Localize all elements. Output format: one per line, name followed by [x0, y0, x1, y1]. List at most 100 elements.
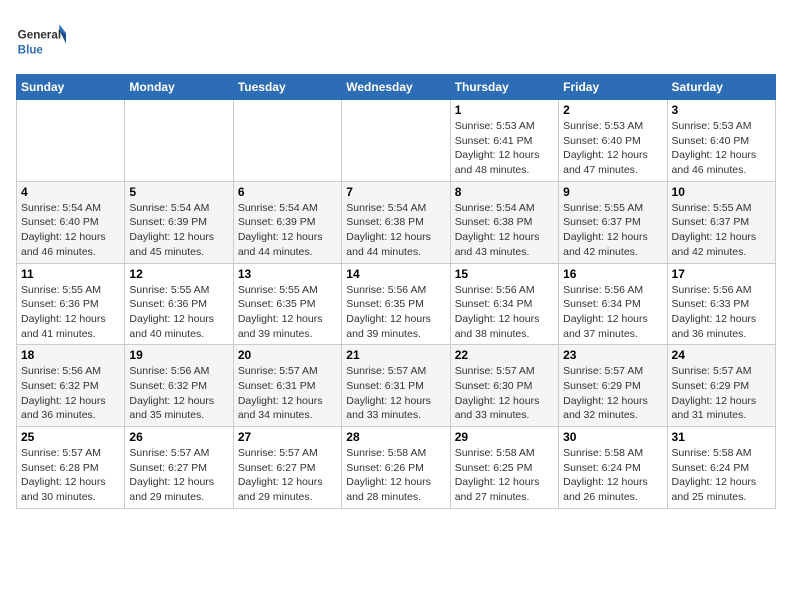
day-content: Sunrise: 5:54 AM Sunset: 6:38 PM Dayligh… — [455, 201, 554, 260]
day-content: Sunrise: 5:53 AM Sunset: 6:41 PM Dayligh… — [455, 119, 554, 178]
day-number: 21 — [346, 348, 445, 362]
day-content: Sunrise: 5:58 AM Sunset: 6:26 PM Dayligh… — [346, 446, 445, 505]
day-content: Sunrise: 5:56 AM Sunset: 6:34 PM Dayligh… — [563, 283, 662, 342]
week-row-2: 4Sunrise: 5:54 AM Sunset: 6:40 PM Daylig… — [17, 181, 776, 263]
svg-text:Blue: Blue — [18, 44, 44, 57]
day-content: Sunrise: 5:57 AM Sunset: 6:29 PM Dayligh… — [672, 364, 771, 423]
calendar-body: 1 Sunrise: 5:53 AM Sunset: 6:41 PM Daylig… — [17, 100, 776, 509]
day-cell-5: 5 Sunrise: 5:54 AM Sunset: 6:39 PM Daylig… — [125, 181, 233, 263]
day-cell-20: 20 Sunrise: 5:57 AM Sunset: 6:31 PM Dayli… — [233, 345, 341, 427]
empty-cell — [342, 100, 450, 182]
day-cell-10: 10 Sunrise: 5:55 AM Sunset: 6:37 PM Dayli… — [667, 181, 775, 263]
day-number: 24 — [672, 348, 771, 362]
day-cell-28: 28 Sunrise: 5:58 AM Sunset: 6:26 PM Dayli… — [342, 427, 450, 509]
day-number: 1 — [455, 103, 554, 117]
header-day-sunday: Sunday — [17, 75, 125, 100]
day-cell-21: 21 Sunrise: 5:57 AM Sunset: 6:31 PM Dayli… — [342, 345, 450, 427]
day-number: 29 — [455, 430, 554, 444]
header-day-saturday: Saturday — [667, 75, 775, 100]
day-cell-15: 15 Sunrise: 5:56 AM Sunset: 6:34 PM Dayli… — [450, 263, 558, 345]
day-content: Sunrise: 5:57 AM Sunset: 6:30 PM Dayligh… — [455, 364, 554, 423]
day-number: 7 — [346, 185, 445, 199]
day-cell-23: 23Sunrise: 5:57 AM Sunset: 6:29 PM Dayli… — [559, 345, 667, 427]
day-number: 9 — [563, 185, 662, 199]
day-content: Sunrise: 5:55 AM Sunset: 6:37 PM Dayligh… — [672, 201, 771, 260]
day-cell-17: 17Sunrise: 5:56 AM Sunset: 6:33 PM Dayli… — [667, 263, 775, 345]
day-cell-11: 11 Sunrise: 5:55 AM Sunset: 6:36 PM Dayli… — [17, 263, 125, 345]
day-content: Sunrise: 5:55 AM Sunset: 6:36 PM Dayligh… — [129, 283, 228, 342]
day-content: Sunrise: 5:55 AM Sunset: 6:36 PM Dayligh… — [21, 283, 120, 342]
day-number: 11 — [21, 267, 120, 281]
day-number: 28 — [346, 430, 445, 444]
day-cell-19: 19 Sunrise: 5:56 AM Sunset: 6:32 PM Dayli… — [125, 345, 233, 427]
day-number: 25 — [21, 430, 120, 444]
day-content: Sunrise: 5:57 AM Sunset: 6:28 PM Dayligh… — [21, 446, 120, 505]
day-content: Sunrise: 5:53 AM Sunset: 6:40 PM Dayligh… — [563, 119, 662, 178]
day-number: 17 — [672, 267, 771, 281]
week-row-1: 1 Sunrise: 5:53 AM Sunset: 6:41 PM Daylig… — [17, 100, 776, 182]
day-cell-24: 24 Sunrise: 5:57 AM Sunset: 6:29 PM Dayli… — [667, 345, 775, 427]
day-cell-12: 12 Sunrise: 5:55 AM Sunset: 6:36 PM Dayli… — [125, 263, 233, 345]
day-number: 27 — [238, 430, 337, 444]
day-number: 5 — [129, 185, 228, 199]
day-content: Sunrise: 5:57 AM Sunset: 6:31 PM Dayligh… — [238, 364, 337, 423]
day-content: Sunrise: 5:56 AM Sunset: 6:32 PM Dayligh… — [129, 364, 228, 423]
empty-cell — [125, 100, 233, 182]
day-content: Sunrise: 5:56 AM Sunset: 6:34 PM Dayligh… — [455, 283, 554, 342]
day-cell-1: 1 Sunrise: 5:53 AM Sunset: 6:41 PM Daylig… — [450, 100, 558, 182]
day-cell-18: 18Sunrise: 5:56 AM Sunset: 6:32 PM Dayli… — [17, 345, 125, 427]
header-row: SundayMondayTuesdayWednesdayThursdayFrid… — [17, 75, 776, 100]
day-content: Sunrise: 5:54 AM Sunset: 6:38 PM Dayligh… — [346, 201, 445, 260]
day-number: 18 — [21, 348, 120, 362]
calendar-table: SundayMondayTuesdayWednesdayThursdayFrid… — [16, 74, 776, 509]
day-number: 6 — [238, 185, 337, 199]
day-cell-6: 6 Sunrise: 5:54 AM Sunset: 6:39 PM Daylig… — [233, 181, 341, 263]
page-header: General Blue — [16, 16, 776, 66]
day-content: Sunrise: 5:55 AM Sunset: 6:37 PM Dayligh… — [563, 201, 662, 260]
day-cell-22: 22 Sunrise: 5:57 AM Sunset: 6:30 PM Dayli… — [450, 345, 558, 427]
day-content: Sunrise: 5:54 AM Sunset: 6:39 PM Dayligh… — [238, 201, 337, 260]
day-number: 2 — [563, 103, 662, 117]
day-cell-27: 27 Sunrise: 5:57 AM Sunset: 6:27 PM Dayli… — [233, 427, 341, 509]
logo-svg: General Blue — [16, 16, 66, 66]
day-content: Sunrise: 5:55 AM Sunset: 6:35 PM Dayligh… — [238, 283, 337, 342]
empty-cell — [233, 100, 341, 182]
day-cell-4: 4Sunrise: 5:54 AM Sunset: 6:40 PM Daylig… — [17, 181, 125, 263]
day-number: 26 — [129, 430, 228, 444]
day-content: Sunrise: 5:54 AM Sunset: 6:40 PM Dayligh… — [21, 201, 120, 260]
day-content: Sunrise: 5:57 AM Sunset: 6:31 PM Dayligh… — [346, 364, 445, 423]
day-cell-8: 8 Sunrise: 5:54 AM Sunset: 6:38 PM Daylig… — [450, 181, 558, 263]
day-content: Sunrise: 5:58 AM Sunset: 6:25 PM Dayligh… — [455, 446, 554, 505]
day-content: Sunrise: 5:57 AM Sunset: 6:29 PM Dayligh… — [563, 364, 662, 423]
day-number: 22 — [455, 348, 554, 362]
day-number: 15 — [455, 267, 554, 281]
day-number: 10 — [672, 185, 771, 199]
day-number: 12 — [129, 267, 228, 281]
day-cell-7: 7 Sunrise: 5:54 AM Sunset: 6:38 PM Daylig… — [342, 181, 450, 263]
week-row-3: 11 Sunrise: 5:55 AM Sunset: 6:36 PM Dayli… — [17, 263, 776, 345]
day-cell-13: 13Sunrise: 5:55 AM Sunset: 6:35 PM Dayli… — [233, 263, 341, 345]
day-cell-9: 9 Sunrise: 5:55 AM Sunset: 6:37 PM Daylig… — [559, 181, 667, 263]
week-row-5: 25 Sunrise: 5:57 AM Sunset: 6:28 PM Dayli… — [17, 427, 776, 509]
day-content: Sunrise: 5:54 AM Sunset: 6:39 PM Dayligh… — [129, 201, 228, 260]
day-content: Sunrise: 5:58 AM Sunset: 6:24 PM Dayligh… — [672, 446, 771, 505]
logo: General Blue — [16, 16, 66, 66]
day-number: 8 — [455, 185, 554, 199]
day-number: 3 — [672, 103, 771, 117]
day-number: 16 — [563, 267, 662, 281]
day-cell-26: 26 Sunrise: 5:57 AM Sunset: 6:27 PM Dayli… — [125, 427, 233, 509]
day-number: 20 — [238, 348, 337, 362]
day-number: 30 — [563, 430, 662, 444]
empty-cell — [17, 100, 125, 182]
day-content: Sunrise: 5:57 AM Sunset: 6:27 PM Dayligh… — [129, 446, 228, 505]
header-day-thursday: Thursday — [450, 75, 558, 100]
day-cell-14: 14Sunrise: 5:56 AM Sunset: 6:35 PM Dayli… — [342, 263, 450, 345]
header-day-wednesday: Wednesday — [342, 75, 450, 100]
day-content: Sunrise: 5:57 AM Sunset: 6:27 PM Dayligh… — [238, 446, 337, 505]
day-content: Sunrise: 5:53 AM Sunset: 6:40 PM Dayligh… — [672, 119, 771, 178]
day-cell-16: 16 Sunrise: 5:56 AM Sunset: 6:34 PM Dayli… — [559, 263, 667, 345]
calendar-header: SundayMondayTuesdayWednesdayThursdayFrid… — [17, 75, 776, 100]
day-content: Sunrise: 5:56 AM Sunset: 6:35 PM Dayligh… — [346, 283, 445, 342]
day-number: 19 — [129, 348, 228, 362]
day-number: 31 — [672, 430, 771, 444]
